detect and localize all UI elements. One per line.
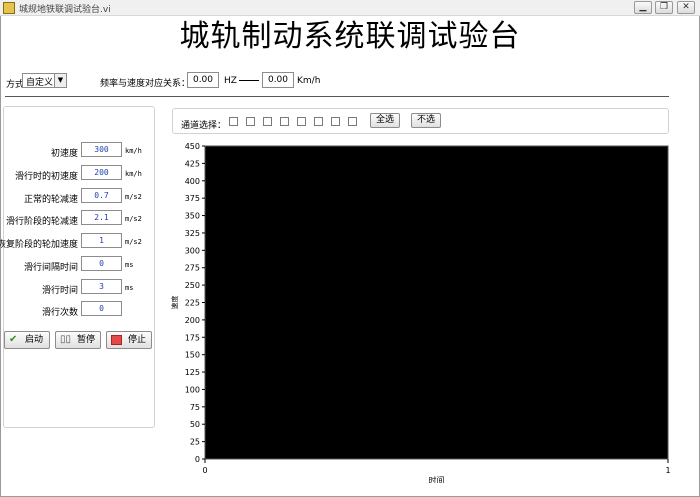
y-tick-label: 450 xyxy=(185,142,200,151)
freq-hz-field[interactable]: 0.00 xyxy=(187,72,219,88)
param-unit: ms xyxy=(125,261,134,269)
window-title: 城规地铁联调试验台.vi xyxy=(19,5,111,15)
pause-button-label: 暂停 xyxy=(77,335,96,345)
y-tick-label: 100 xyxy=(185,385,200,394)
stop-button-label: 停止 xyxy=(128,335,147,345)
start-button-label: 启动 xyxy=(25,335,44,345)
param-unit: m/s2 xyxy=(125,238,142,246)
param-normal-decel-field[interactable]: 0.7 xyxy=(81,188,122,203)
stop-button[interactable]: 停止 xyxy=(106,331,152,349)
channel-checkbox-3[interactable] xyxy=(263,117,272,126)
param-recovery-accel-field[interactable]: 1 xyxy=(81,233,122,248)
speed-kmh-field[interactable]: 0.00 xyxy=(262,72,294,88)
param-label: 滑行次数 xyxy=(41,308,78,318)
pause-icon: ▯▯ xyxy=(60,334,72,345)
y-tick-label: 25 xyxy=(190,438,200,447)
y-tick-label: 50 xyxy=(190,420,200,429)
checkmark-icon: ✔ xyxy=(9,334,18,345)
y-tick-label: 325 xyxy=(185,229,200,238)
param-label: 正常的轮减速 xyxy=(23,195,78,205)
param-unit: m/s2 xyxy=(125,215,142,223)
param-label: 滑行间隔时间 xyxy=(23,263,78,273)
freq-hz-unit: HZ xyxy=(224,76,237,86)
mode-dropdown[interactable]: 自定义 ▼ xyxy=(22,73,67,88)
param-slide-time-field[interactable]: 3 xyxy=(81,279,122,294)
param-unit: km/h xyxy=(125,147,142,155)
param-unit: ms xyxy=(125,284,134,292)
channel-select-label: 通道选择： xyxy=(181,121,227,131)
channel-checkbox-7[interactable] xyxy=(331,117,340,126)
param-unit: m/s2 xyxy=(125,193,142,201)
mode-selected-value: 自定义 xyxy=(26,78,54,88)
select-all-button[interactable]: 全选 xyxy=(370,113,400,128)
speed-time-chart: 0 25 50 75 100 125 150 175 200 225 250 275 300 325 350… xyxy=(170,142,671,483)
y-tick-label: 225 xyxy=(185,299,200,308)
y-tick-label: 400 xyxy=(185,177,200,186)
speed-kmh-unit: Km/h xyxy=(297,76,321,86)
param-initial-speed-field[interactable]: 300 xyxy=(81,142,122,157)
close-button[interactable]: ✕ xyxy=(677,1,695,14)
page-title: 城轨制动系统联调试验台 xyxy=(179,19,521,54)
plot-area xyxy=(204,145,669,460)
freq-speed-connector xyxy=(239,80,259,81)
channel-checkbox-8[interactable] xyxy=(348,117,357,126)
channel-checkbox-2[interactable] xyxy=(246,117,255,126)
param-slide-initial-speed-field[interactable]: 200 xyxy=(81,165,122,180)
y-tick-label: 175 xyxy=(185,333,200,342)
freq-speed-label: 频率与速度对应关系： xyxy=(100,79,191,89)
param-slide-interval-field[interactable]: 0 xyxy=(81,256,122,271)
chevron-down-icon[interactable]: ▼ xyxy=(54,74,66,87)
param-unit: km/h xyxy=(125,170,142,178)
channel-select-panel: 通道选择： 全选 不选 xyxy=(172,108,669,134)
x-axis-label: 时间 xyxy=(429,475,445,483)
x-tick-label: 1 xyxy=(665,466,670,475)
y-tick-label: 200 xyxy=(185,316,200,325)
param-label: 滑行阶段的轮减速 xyxy=(5,217,78,227)
channel-checkbox-6[interactable] xyxy=(314,117,323,126)
param-label: 滑行时间 xyxy=(41,286,78,296)
start-button[interactable]: ✔ 启动 xyxy=(4,331,50,349)
channel-checkbox-5[interactable] xyxy=(297,117,306,126)
y-tick-label: 375 xyxy=(185,194,200,203)
param-label: 恢复阶段的轮加速度 xyxy=(0,240,78,250)
y-tick-label: 350 xyxy=(185,212,200,221)
param-label: 滑行时的初速度 xyxy=(14,172,78,182)
y-tick-label: 125 xyxy=(185,368,200,377)
param-label: 初速度 xyxy=(50,149,78,159)
minimize-button[interactable]: ▁ xyxy=(634,1,652,14)
window-titlebar: 城规地铁联调试验台.vi ▁ ❐ ✕ xyxy=(0,0,700,16)
stop-icon xyxy=(111,335,122,345)
select-none-button[interactable]: 不选 xyxy=(411,113,441,128)
channel-checkbox-4[interactable] xyxy=(280,117,289,126)
y-axis-label: 速度 xyxy=(170,296,179,310)
channel-checkbox-1[interactable] xyxy=(229,117,238,126)
pause-button[interactable]: ▯▯ 暂停 xyxy=(55,331,101,349)
y-tick-label: 150 xyxy=(185,351,200,360)
y-tick-label: 300 xyxy=(185,246,200,255)
y-tick-label: 0 xyxy=(195,455,200,464)
param-slide-count-field[interactable]: 0 xyxy=(81,301,122,316)
y-tick-label: 275 xyxy=(185,264,200,273)
y-tick-label: 425 xyxy=(185,159,200,168)
labview-app-icon xyxy=(3,2,15,14)
param-slide-decel-field[interactable]: 2.1 xyxy=(81,210,122,225)
divider xyxy=(5,96,669,97)
y-tick-label: 75 xyxy=(190,403,200,412)
maximize-button[interactable]: ❐ xyxy=(655,1,673,14)
y-tick-label: 250 xyxy=(185,281,200,290)
x-tick-label: 0 xyxy=(202,466,207,475)
